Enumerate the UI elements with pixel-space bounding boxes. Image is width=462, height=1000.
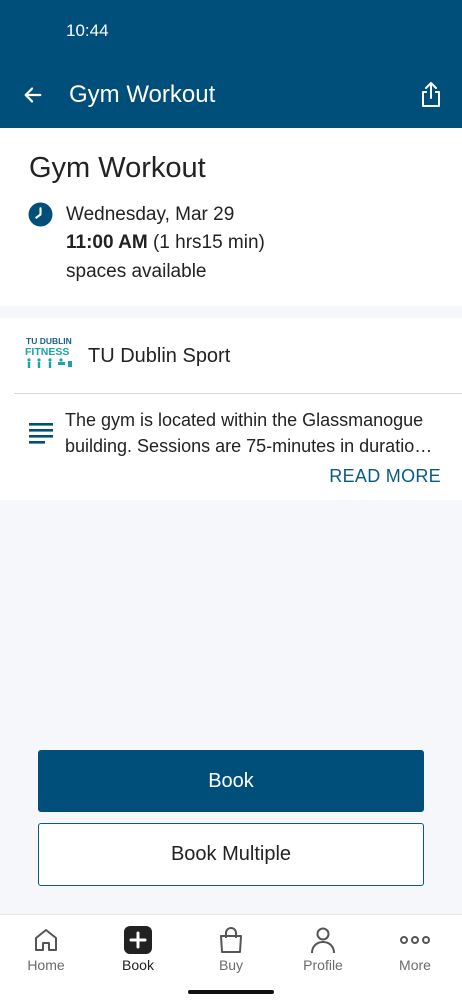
nav-item-book[interactable]: Book [92, 915, 184, 985]
arrow-left-icon [24, 87, 42, 103]
description-line-1: The gym is located within the Glassmanog… [65, 410, 424, 430]
provider-logo: TU DUBLIN FITNESS [25, 336, 72, 368]
nav-label-book: Book [122, 957, 154, 973]
nav-item-profile[interactable]: Profile [277, 915, 369, 985]
status-bar: 10:44 [0, 0, 462, 62]
provider-row[interactable]: TU DUBLIN FITNESS TU Dublin Sport [0, 318, 462, 394]
event-availability: spaces available [66, 261, 207, 282]
more-dots-icon [400, 925, 430, 955]
provider-card: TU DUBLIN FITNESS TU Dublin Sport The gy… [0, 318, 462, 500]
event-duration: (1 hrs15 min) [152, 232, 265, 253]
nav-label-profile: Profile [303, 957, 343, 973]
nav-label-home: Home [27, 957, 65, 973]
read-more-link[interactable]: READ MORE [329, 464, 441, 488]
nav-label-buy: Buy [218, 957, 244, 973]
nav-label-more: More [399, 957, 431, 973]
book-button[interactable]: Book [38, 750, 424, 812]
book-multiple-button[interactable]: Book Multiple [38, 823, 424, 886]
event-time: 11:00 AM [66, 232, 148, 253]
nav-item-more[interactable]: More [369, 915, 461, 985]
description-text: The gym is located within the Glassmanog… [65, 407, 437, 459]
logo-text-mid: FITNESS [25, 346, 69, 358]
logo-text-top: TU DUBLIN [26, 336, 72, 346]
nav-item-buy[interactable]: Buy [185, 915, 277, 985]
shopping-bag-icon [216, 925, 246, 955]
home-indicator [188, 990, 274, 994]
description-line-2: building. Sessions are 75-minutes in dur… [65, 436, 433, 456]
event-time-line: 11:00 AM (1 hrs15 min) [66, 231, 265, 255]
divider [14, 393, 462, 394]
home-icon [31, 925, 61, 955]
bottom-nav: Home Book Buy Profile More [0, 914, 462, 1000]
clock-icon [28, 202, 53, 227]
event-header-card: Gym Workout Wednesday, Mar 29 11:00 AM (… [0, 128, 462, 306]
page-title: Gym Workout [29, 152, 206, 184]
plus-box-icon [123, 925, 153, 955]
share-icon [422, 82, 440, 107]
status-time: 10:44 [66, 21, 109, 40]
event-date: Wednesday, Mar 29 [66, 204, 235, 225]
provider-name: TU Dublin Sport [88, 345, 231, 367]
back-button[interactable] [18, 80, 48, 110]
person-icon [308, 925, 338, 955]
nav-item-home[interactable]: Home [0, 915, 92, 985]
app-bar: Gym Workout [0, 62, 462, 128]
text-lines-icon [29, 423, 53, 444]
app-bar-title: Gym Workout [69, 81, 216, 108]
share-button[interactable] [414, 78, 448, 112]
